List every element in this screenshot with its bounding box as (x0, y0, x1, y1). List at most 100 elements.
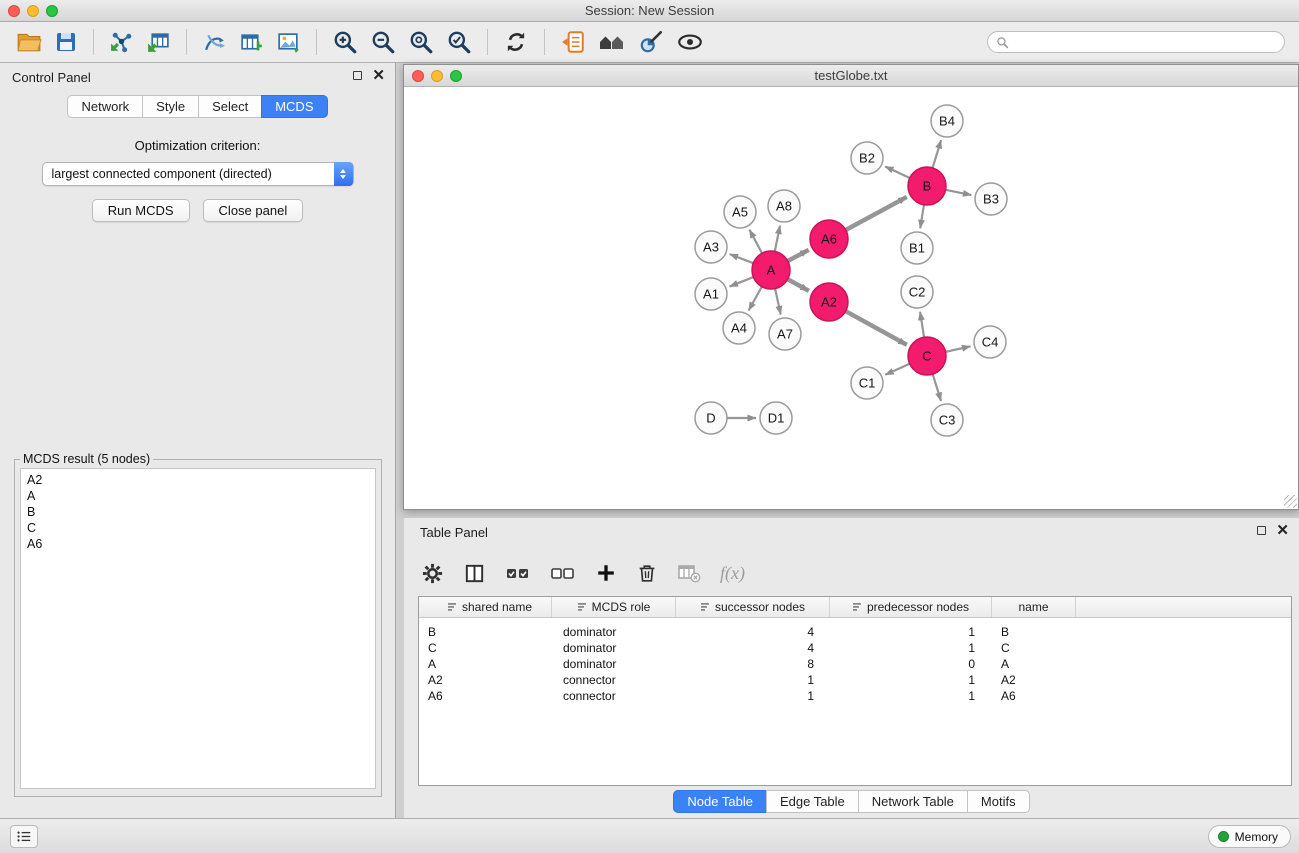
refresh-view-button[interactable] (501, 27, 531, 57)
float-table-panel-icon[interactable] (1257, 526, 1266, 535)
delete-table-button[interactable] (676, 561, 702, 585)
criterion-dropdown[interactable]: largest connected component (directed) (42, 162, 354, 186)
close-control-panel-icon[interactable]: ✕ (372, 70, 385, 81)
graph-edge-A-A7[interactable] (775, 289, 781, 315)
graph-edge-A-A6[interactable] (788, 250, 809, 261)
network-graph[interactable]: B4B2BB3A8A5A6B1A3AC2A1A2A4A7C4CC1C3DD1 (404, 87, 1298, 509)
mcds-result-item[interactable]: A (27, 488, 369, 504)
task-history-button[interactable] (10, 825, 38, 848)
tab-motifs[interactable]: Motifs (967, 790, 1030, 813)
graph-node-D1[interactable]: D1 (760, 402, 792, 434)
zoom-window-button[interactable] (46, 5, 58, 17)
graph-edge-C-C2[interactable] (920, 312, 924, 337)
graph-edge-A-A1[interactable] (730, 277, 754, 287)
graph-node-C2[interactable]: C2 (901, 276, 933, 308)
graph-edge-A6-B[interactable] (846, 197, 907, 230)
zoom-out-button[interactable] (368, 27, 398, 57)
import-network-button[interactable] (107, 28, 136, 57)
graph-node-A3[interactable]: A3 (695, 231, 727, 263)
graph-node-A5[interactable]: A5 (724, 196, 756, 228)
export-image-button[interactable] (274, 28, 303, 57)
zoom-fit-button[interactable] (406, 27, 436, 57)
graph-edge-C-C4[interactable] (946, 346, 971, 352)
open-session-button[interactable] (14, 27, 44, 57)
table-row[interactable]: Cdominator41C (419, 640, 1291, 656)
new-table-button[interactable] (237, 28, 266, 57)
style-badge-button[interactable] (636, 27, 666, 57)
column-header-mcds-role[interactable]: MCDS role (552, 597, 676, 617)
memory-button[interactable]: Memory (1208, 825, 1291, 848)
tab-mcds[interactable]: MCDS (261, 95, 327, 118)
mcds-result-item[interactable]: C (27, 520, 369, 536)
function-builder-button[interactable]: f(x) (719, 562, 746, 585)
column-header-predecessor-nodes[interactable]: predecessor nodes (830, 597, 992, 617)
close-table-panel-icon[interactable]: ✕ (1276, 525, 1289, 536)
graph-node-B2[interactable]: B2 (851, 142, 883, 174)
mcds-result-item[interactable]: B (27, 504, 369, 520)
graph-node-C1[interactable]: C1 (851, 367, 883, 399)
table-row[interactable]: Adominator80A (419, 656, 1291, 672)
network-close-button[interactable] (412, 70, 424, 82)
graph-edge-B-B1[interactable] (920, 205, 924, 228)
table-row[interactable]: A2connector11A2 (419, 672, 1291, 688)
graph-node-A8[interactable]: A8 (768, 190, 800, 222)
home-button[interactable] (596, 27, 628, 57)
graph-node-B[interactable]: B (908, 167, 946, 205)
table-row[interactable]: Bdominator41B (419, 624, 1291, 640)
zoom-selected-button[interactable] (444, 27, 474, 57)
select-all-button[interactable] (504, 561, 532, 585)
minimize-window-button[interactable] (27, 5, 39, 17)
tab-node-table[interactable]: Node Table (673, 790, 767, 813)
graph-node-B3[interactable]: B3 (975, 183, 1007, 215)
column-header-name[interactable]: name (992, 597, 1076, 617)
network-canvas[interactable]: B4B2BB3A8A5A6B1A3AC2A1A2A4A7C4CC1C3DD1 (404, 87, 1298, 509)
tab-style[interactable]: Style (142, 95, 199, 118)
float-panel-icon[interactable] (353, 71, 362, 80)
graph-edge-B-B4[interactable] (933, 140, 942, 168)
zoom-in-button[interactable] (330, 27, 360, 57)
graph-edge-B-B2[interactable] (885, 166, 910, 178)
graph-edge-A-A5[interactable] (749, 230, 762, 254)
graph-edge-A-A4[interactable] (749, 287, 762, 311)
graph-node-A4[interactable]: A4 (723, 312, 755, 344)
delete-column-button[interactable] (635, 561, 659, 585)
graph-node-A[interactable]: A (752, 251, 790, 289)
close-panel-button[interactable]: Close panel (203, 199, 304, 222)
network-minimize-button[interactable] (431, 70, 443, 82)
network-zoom-button[interactable] (450, 70, 462, 82)
show-hide-eye-button[interactable] (674, 27, 706, 57)
graph-edge-A2-C[interactable] (846, 311, 907, 345)
close-window-button[interactable] (8, 5, 20, 17)
import-table-button[interactable] (144, 28, 173, 57)
graph-edge-C-C1[interactable] (885, 364, 909, 375)
graph-node-C3[interactable]: C3 (931, 404, 963, 436)
mcds-result-item[interactable]: A2 (27, 472, 369, 488)
graph-node-A6[interactable]: A6 (810, 220, 848, 258)
graph-node-B4[interactable]: B4 (931, 105, 963, 137)
search-input[interactable] (1014, 34, 1276, 50)
deselect-all-button[interactable] (549, 561, 577, 585)
settings-gear-button[interactable] (420, 561, 445, 586)
column-header-shared-name[interactable]: shared name (419, 597, 552, 617)
graph-node-C[interactable]: C (908, 337, 946, 375)
column-header-successor-nodes[interactable]: successor nodes (676, 597, 830, 617)
mcds-result-item[interactable]: A6 (27, 536, 369, 552)
tab-network[interactable]: Network (67, 95, 143, 118)
open-panel-button[interactable] (558, 27, 588, 57)
graph-node-A1[interactable]: A1 (695, 278, 727, 310)
graph-edge-A-A8[interactable] (775, 226, 780, 252)
tab-edge-table[interactable]: Edge Table (766, 790, 859, 813)
new-network-button[interactable] (200, 28, 229, 57)
graph-edge-C-C3[interactable] (933, 374, 941, 401)
graph-edge-A-A2[interactable] (788, 279, 809, 291)
tab-select[interactable]: Select (198, 95, 262, 118)
graph-node-C4[interactable]: C4 (974, 326, 1006, 358)
run-mcds-button[interactable]: Run MCDS (92, 199, 190, 222)
tab-network-table[interactable]: Network Table (858, 790, 968, 813)
graph-node-B1[interactable]: B1 (901, 232, 933, 264)
graph-node-A7[interactable]: A7 (769, 318, 801, 350)
save-session-button[interactable] (52, 28, 80, 56)
graph-edge-A-A3[interactable] (730, 254, 754, 263)
column-visibility-button[interactable] (462, 561, 487, 586)
window-resize-grip[interactable] (1284, 495, 1297, 508)
